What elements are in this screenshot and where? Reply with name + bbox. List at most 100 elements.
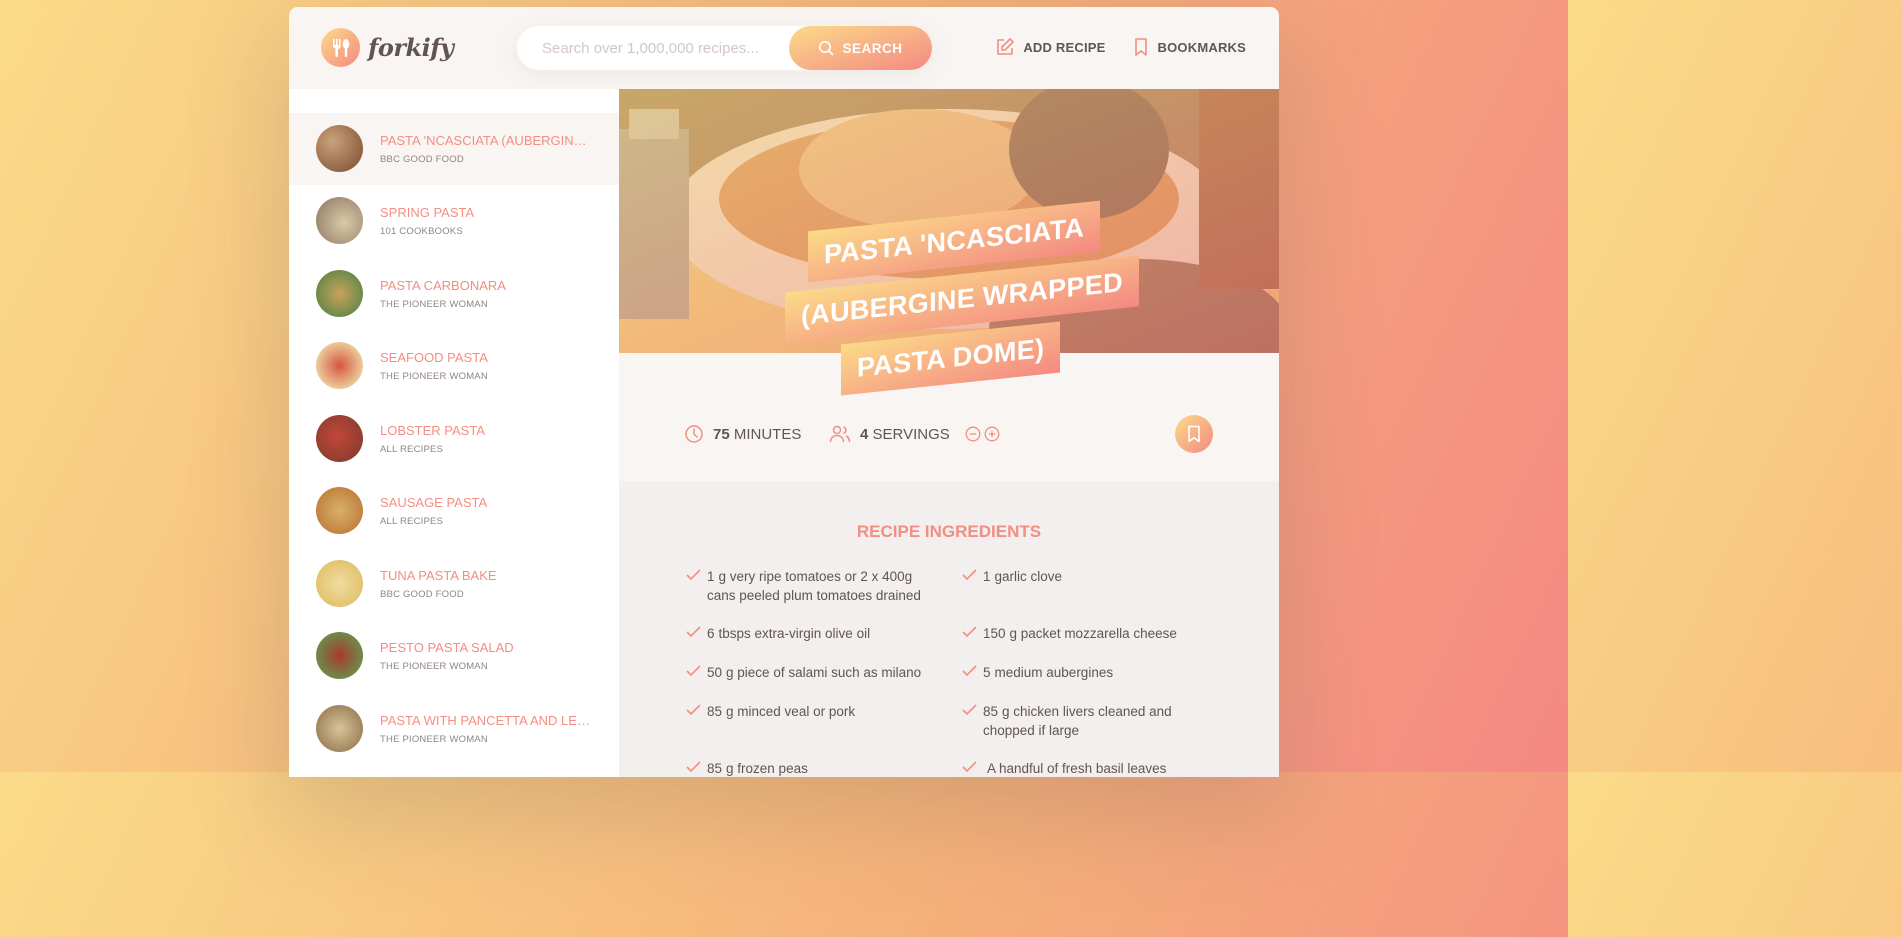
recipe-thumbnail bbox=[316, 125, 363, 172]
search-input[interactable] bbox=[542, 39, 792, 57]
ingredient-description: g piece of salami such as milano bbox=[726, 665, 922, 680]
recipe-ingredients: RECIPE INGREDIENTS 1g very ripe tomatoes… bbox=[619, 481, 1279, 777]
recipe-thumbnail bbox=[316, 270, 363, 317]
result-publisher: BBC GOOD FOOD bbox=[380, 589, 464, 600]
result-title: SEAFOOD PASTA bbox=[380, 350, 488, 365]
recipe-thumbnail bbox=[316, 487, 363, 534]
ingredient-description: garlic clove bbox=[994, 569, 1063, 584]
search-icon bbox=[819, 41, 834, 56]
ingredient-description: A handful of fresh basil leaves bbox=[987, 761, 1167, 776]
brand-name: forkify bbox=[368, 33, 454, 62]
list-item[interactable]: LOBSTER PASTA ALL RECIPES bbox=[289, 403, 619, 475]
cooking-time: 75 MINUTES bbox=[684, 424, 801, 444]
ingredient-item: 85 g chicken livers cleaned and chopped i… bbox=[961, 702, 1206, 740]
check-icon bbox=[962, 761, 977, 773]
check-icon bbox=[686, 704, 701, 716]
ingredient-quantity: 6 bbox=[707, 626, 715, 641]
edit-icon bbox=[997, 38, 1015, 55]
cooking-time-unit: MINUTES bbox=[733, 425, 802, 443]
ingredient-quantity: 85 bbox=[707, 704, 723, 719]
list-item[interactable]: SAUSAGE PASTA ALL RECIPES bbox=[289, 475, 619, 547]
header: forkify SEARCH ADD RECIPE bbox=[289, 7, 1279, 89]
ingredient-quantity: 50 bbox=[707, 665, 723, 680]
result-publisher: THE PIONEER WOMAN bbox=[380, 299, 488, 310]
ingredient-description: g frozen peas bbox=[726, 761, 808, 776]
ingredient-quantity: 85 bbox=[983, 704, 999, 719]
increase-servings-button[interactable] bbox=[984, 426, 1000, 442]
bookmark-recipe-button[interactable] bbox=[1175, 415, 1213, 453]
list-item[interactable]: PESTO PASTA SALAD THE PIONEER WOMAN bbox=[289, 620, 619, 692]
ingredient-description: medium aubergines bbox=[994, 665, 1114, 680]
recipe-thumbnail bbox=[316, 632, 363, 679]
servings-value: 4 bbox=[860, 425, 869, 443]
bookmarks-button[interactable]: BOOKMARKS bbox=[1132, 37, 1246, 57]
ingredient-item: 150 g packet mozzarella cheese bbox=[961, 624, 1206, 643]
bookmark-icon bbox=[1134, 38, 1147, 56]
clock-icon bbox=[685, 425, 703, 443]
list-item[interactable]: SEAFOOD PASTA THE PIONEER WOMAN bbox=[289, 330, 619, 402]
ingredient-item: 6 tbsps extra-virgin olive oil bbox=[685, 624, 930, 643]
check-icon bbox=[962, 665, 977, 677]
list-item[interactable]: SPRING PASTA 101 COOKBOOKS bbox=[289, 185, 619, 257]
check-icon bbox=[962, 626, 977, 638]
ingredients-heading: RECIPE INGREDIENTS bbox=[856, 522, 1042, 541]
result-publisher: 101 COOKBOOKS bbox=[380, 226, 463, 237]
check-icon bbox=[686, 665, 701, 677]
result-title: PASTA WITH PANCETTA AND LEE... bbox=[380, 713, 590, 728]
ingredient-description: g minced veal or pork bbox=[726, 704, 856, 719]
result-publisher: ALL RECIPES bbox=[380, 444, 444, 455]
recipe-thumbnail bbox=[316, 560, 363, 607]
result-publisher: THE PIONEER WOMAN bbox=[380, 734, 488, 745]
ingredient-item: 85 g minced veal or pork bbox=[685, 702, 930, 721]
check-icon bbox=[962, 704, 977, 716]
recipe-thumbnail bbox=[316, 197, 363, 244]
recipe-view: PASTA 'NCASCIATA (AUBERGINE WRAPPED PAST… bbox=[619, 89, 1279, 777]
ingredient-quantity: 85 bbox=[707, 761, 723, 776]
result-title: SAUSAGE PASTA bbox=[380, 495, 488, 510]
result-title: LOBSTER PASTA bbox=[380, 423, 485, 438]
result-title: PESTO PASTA SALAD bbox=[380, 640, 514, 655]
check-icon bbox=[686, 761, 701, 773]
ingredient-item: A handful of fresh basil leaves bbox=[961, 759, 1206, 777]
result-title: TUNA PASTA BAKE bbox=[380, 568, 497, 583]
check-icon bbox=[686, 569, 701, 581]
add-recipe-button[interactable]: ADD RECIPE bbox=[995, 37, 1105, 57]
bookmark-icon bbox=[1188, 425, 1200, 443]
ingredient-item: 50 g piece of salami such as milano bbox=[685, 663, 930, 682]
search-form: SEARCH bbox=[517, 26, 932, 70]
check-icon bbox=[962, 569, 977, 581]
app-container: forkify SEARCH ADD RECIPE bbox=[289, 7, 1279, 777]
result-publisher: THE PIONEER WOMAN bbox=[380, 371, 488, 382]
recipe-thumbnail bbox=[316, 705, 363, 752]
ingredient-description: tbsps extra-virgin olive oil bbox=[718, 626, 871, 641]
result-publisher: ALL RECIPES bbox=[380, 516, 444, 527]
list-item[interactable]: PASTA 'NCASCIATA (AUBERGINE ... BBC GOOD… bbox=[289, 113, 619, 185]
result-title: SPRING PASTA bbox=[380, 205, 475, 220]
ingredient-description: g very ripe tomatoes or 2 x 400g cans pe… bbox=[707, 569, 921, 603]
list-item[interactable]: PASTA WITH PANCETTA AND LEE... THE PIONE… bbox=[289, 693, 619, 765]
bookmarks-label: BOOKMARKS bbox=[1157, 39, 1246, 55]
nav: ADD RECIPE BOOKMARKS bbox=[995, 37, 1246, 57]
recipe-thumbnail bbox=[316, 415, 363, 462]
result-title: PASTA CARBONARA bbox=[380, 278, 506, 293]
servings: 4 SERVINGS bbox=[829, 424, 1000, 444]
search-button[interactable]: SEARCH bbox=[789, 26, 932, 70]
decrease-servings-button[interactable] bbox=[965, 426, 981, 442]
ingredient-quantity: 1 bbox=[707, 569, 715, 584]
servings-unit: SERVINGS bbox=[872, 425, 950, 443]
cooking-time-value: 75 bbox=[713, 425, 730, 443]
ingredient-quantity: 150 bbox=[983, 626, 1006, 641]
result-publisher: BBC GOOD FOOD bbox=[380, 154, 464, 165]
ingredient-item: 85 g frozen peas bbox=[685, 759, 930, 777]
ingredient-quantity: 5 bbox=[983, 665, 991, 680]
list-item[interactable]: TUNA PASTA BAKE BBC GOOD FOOD bbox=[289, 548, 619, 620]
ingredient-description: g packet mozzarella cheese bbox=[1009, 626, 1177, 641]
fork-knife-icon bbox=[321, 28, 360, 67]
list-item[interactable]: PASTA CARBONARA THE PIONEER WOMAN bbox=[289, 258, 619, 330]
logo[interactable]: forkify bbox=[321, 28, 454, 67]
add-recipe-label: ADD RECIPE bbox=[1023, 39, 1106, 55]
recipe-thumbnail bbox=[316, 342, 363, 389]
result-publisher: THE PIONEER WOMAN bbox=[380, 661, 488, 672]
ingredient-item: 1g very ripe tomatoes or 2 x 400g cans p… bbox=[685, 567, 930, 605]
ingredient-item: 5 medium aubergines bbox=[961, 663, 1206, 682]
